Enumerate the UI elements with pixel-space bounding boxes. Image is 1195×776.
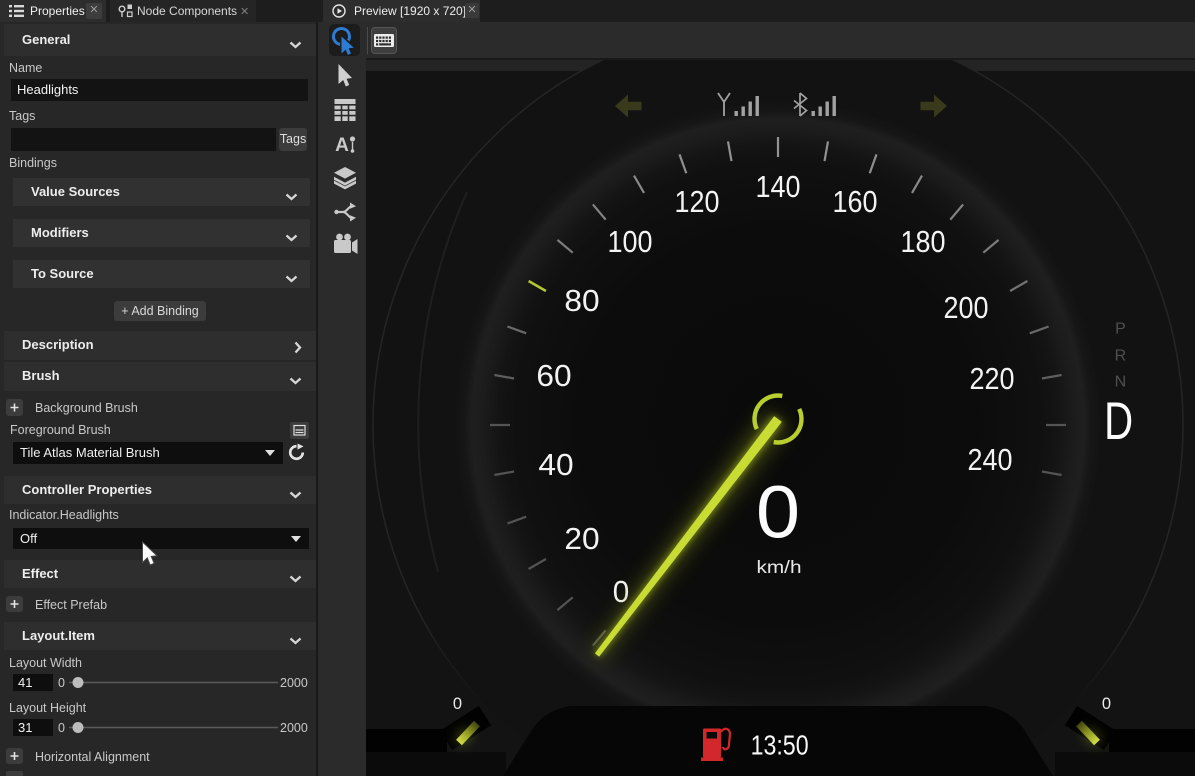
svg-text:D: D [1104, 392, 1133, 451]
svg-text:P: P [1115, 321, 1126, 338]
svg-text:80: 80 [564, 283, 599, 318]
svg-text:40: 40 [538, 447, 573, 482]
svg-text:140: 140 [756, 169, 801, 204]
svg-text:200: 200 [944, 290, 989, 325]
svg-text:13:50: 13:50 [751, 730, 809, 761]
svg-text:km/h: km/h [757, 557, 802, 577]
svg-text:160: 160 [833, 184, 878, 219]
svg-text:N: N [1115, 373, 1127, 390]
svg-text:100: 100 [608, 224, 653, 259]
svg-text:220: 220 [970, 361, 1015, 396]
svg-text:120: 120 [675, 184, 720, 219]
svg-text:60: 60 [536, 358, 571, 393]
svg-text:R: R [1115, 348, 1127, 365]
svg-text:A: A [335, 135, 349, 156]
svg-text:0: 0 [1102, 695, 1111, 713]
svg-text:240: 240 [968, 442, 1013, 477]
svg-text:180: 180 [901, 224, 946, 259]
svg-text:0: 0 [756, 471, 800, 554]
svg-text:20: 20 [564, 521, 599, 556]
svg-text:0: 0 [453, 695, 462, 713]
